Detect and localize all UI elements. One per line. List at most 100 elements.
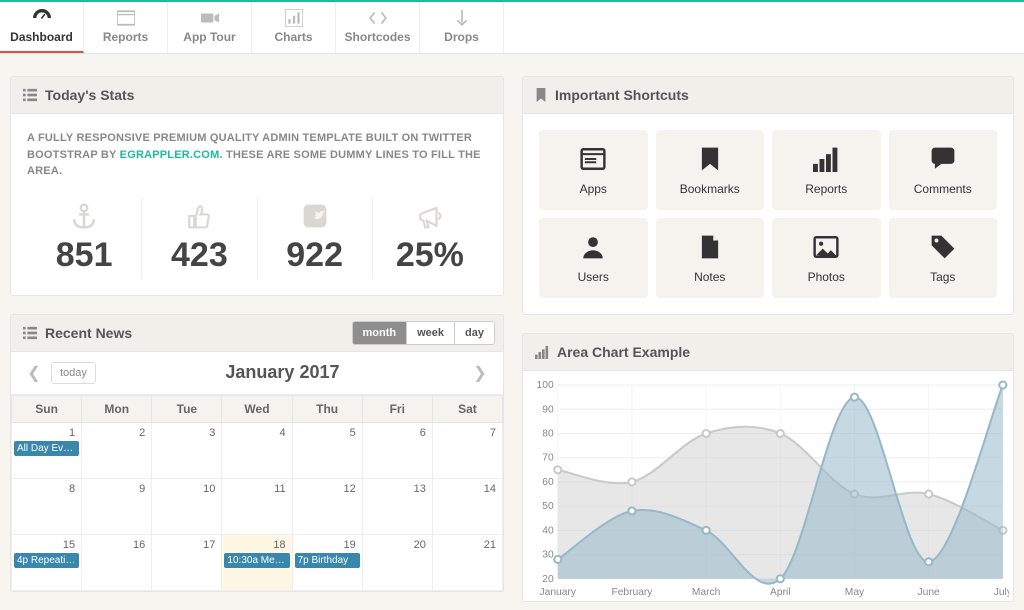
shortcut-photos[interactable]: Photos xyxy=(772,218,881,298)
stat-item: 25% xyxy=(373,198,487,279)
shortcut-label: Bookmarks xyxy=(680,182,740,196)
stat-item: 922 xyxy=(258,198,373,279)
day-number: 4 xyxy=(279,427,285,439)
panel-header: Important Shortcuts xyxy=(523,77,1013,114)
shortcuts-grid: Apps Bookmarks Reports Comments Users Notes Ph… xyxy=(539,130,997,298)
nav-tab-label: Dashboard xyxy=(0,30,83,44)
svg-text:40: 40 xyxy=(542,525,554,536)
calendar-cell[interactable]: 16 xyxy=(82,534,152,590)
day-number: 9 xyxy=(139,483,145,495)
shortcut-reports[interactable]: Reports xyxy=(772,130,881,210)
intro-link[interactable]: EGRAPPLER.COM xyxy=(120,149,220,161)
day-number: 18 xyxy=(273,539,285,551)
view-day-button[interactable]: day xyxy=(455,322,494,344)
weekday-header: Fri xyxy=(362,395,432,422)
calendar-event[interactable]: 4p Repeating xyxy=(14,553,79,568)
calendar-cell[interactable]: 3 xyxy=(152,422,222,478)
day-number: 20 xyxy=(414,539,426,551)
day-number: 12 xyxy=(343,483,355,495)
shortcut-comments[interactable]: Comments xyxy=(889,130,998,210)
calendar-cell[interactable]: 13 xyxy=(362,478,432,534)
nav-tab-dashboard[interactable]: Dashboard xyxy=(0,2,84,53)
calendar-cell[interactable]: 21 xyxy=(432,534,502,590)
signal-icon xyxy=(813,144,839,174)
calendar-cell[interactable]: 11 xyxy=(222,478,292,534)
shortcut-label: Users xyxy=(578,270,609,284)
today-button[interactable]: today xyxy=(51,362,96,384)
calendar-event[interactable]: All Day Event xyxy=(14,441,79,456)
svg-text:March: March xyxy=(692,587,720,598)
calendar-cell[interactable]: 4 xyxy=(222,422,292,478)
stat-value: 922 xyxy=(258,236,372,275)
recent-news-panel: Recent News monthweekday ❮ today January… xyxy=(10,314,504,592)
calendar-cell[interactable]: 9 xyxy=(82,478,152,534)
calendar-cell[interactable]: 6 xyxy=(362,422,432,478)
nav-tab-label: Charts xyxy=(252,30,335,44)
svg-text:July: July xyxy=(994,587,1009,598)
calendar-cell[interactable]: 1All Day Event xyxy=(12,422,82,478)
nav-tab-charts[interactable]: Charts xyxy=(252,2,336,53)
day-number: 19 xyxy=(343,539,355,551)
svg-text:100: 100 xyxy=(537,380,554,391)
bookmark-icon xyxy=(697,144,723,174)
calendar-event[interactable]: 10:30a Meetin xyxy=(224,553,289,568)
svg-text:70: 70 xyxy=(542,453,554,464)
nav-tab-drops[interactable]: Drops xyxy=(420,2,504,53)
panel-title: Recent News xyxy=(45,325,132,341)
calendar-toolbar: ❮ today January 2017 ❯ xyxy=(11,352,503,395)
calendar-cell[interactable]: 8 xyxy=(12,478,82,534)
svg-text:90: 90 xyxy=(542,404,554,415)
stat-value: 851 xyxy=(27,236,141,275)
nav-tab-shortcodes[interactable]: Shortcodes xyxy=(336,2,420,53)
stat-value: 25% xyxy=(373,236,487,275)
calendar-cell[interactable]: 5 xyxy=(292,422,362,478)
nav-tab-reports[interactable]: Reports xyxy=(84,2,168,53)
shortcut-bookmarks[interactable]: Bookmarks xyxy=(656,130,765,210)
list-icon xyxy=(23,326,37,340)
signal-icon xyxy=(535,345,549,359)
calendar-cell[interactable]: 12 xyxy=(292,478,362,534)
calendar-cell[interactable]: 17 xyxy=(152,534,222,590)
comment-icon xyxy=(930,144,956,174)
calendar-cell[interactable]: 10 xyxy=(152,478,222,534)
shortcut-notes[interactable]: Notes xyxy=(656,218,765,298)
next-month-button[interactable]: ❯ xyxy=(469,360,491,386)
calendar-cell[interactable]: 2 xyxy=(82,422,152,478)
code-icon xyxy=(336,8,419,28)
dashboard-icon xyxy=(0,8,83,28)
nav-tab-label: Reports xyxy=(84,30,167,44)
calendar-cell[interactable]: 18 10:30a Meetin xyxy=(222,534,292,590)
calendar-event[interactable]: 7p Birthday xyxy=(295,553,360,568)
shortcut-apps[interactable]: Apps xyxy=(539,130,648,210)
day-number: 2 xyxy=(139,427,145,439)
weekday-header: Sat xyxy=(432,395,502,422)
shortcut-users[interactable]: Users xyxy=(539,218,648,298)
panel-title: Today's Stats xyxy=(45,87,134,103)
stats-row: 85142392225% xyxy=(27,198,487,279)
nav-tab-app-tour[interactable]: App Tour xyxy=(168,2,252,53)
view-month-button[interactable]: month xyxy=(353,322,408,344)
calendar-cell[interactable]: 20 xyxy=(362,534,432,590)
day-number: 10 xyxy=(203,483,215,495)
calendar-cell[interactable]: 154p Repeating xyxy=(12,534,82,590)
weekday-header: Thu xyxy=(292,395,362,422)
shortcut-label: Reports xyxy=(805,182,847,196)
shortcut-label: Notes xyxy=(694,270,725,284)
user-icon xyxy=(580,232,606,262)
svg-text:January: January xyxy=(540,587,577,598)
panel-title: Important Shortcuts xyxy=(555,87,689,103)
calendar-cell[interactable]: 7 xyxy=(432,422,502,478)
area-chart: 2030405060708090100JanuaryFebruaryMarchA… xyxy=(527,379,1009,601)
calendar-cell[interactable]: 19 7p Birthday xyxy=(292,534,362,590)
calendar-cell[interactable]: 14 xyxy=(432,478,502,534)
day-number: 14 xyxy=(484,483,496,495)
weekday-header: Tue xyxy=(152,395,222,422)
todays-stats-panel: Today's Stats A FULLY RESPONSIVE PREMIUM… xyxy=(10,76,504,296)
camera-icon xyxy=(168,8,251,28)
view-week-button[interactable]: week xyxy=(407,322,455,344)
shortcut-tags[interactable]: Tags xyxy=(889,218,998,298)
prev-month-button[interactable]: ❮ xyxy=(23,360,45,386)
calendar-view-switcher: monthweekday xyxy=(352,321,496,345)
bookmark-icon xyxy=(535,88,547,102)
stat-item: 423 xyxy=(142,198,257,279)
